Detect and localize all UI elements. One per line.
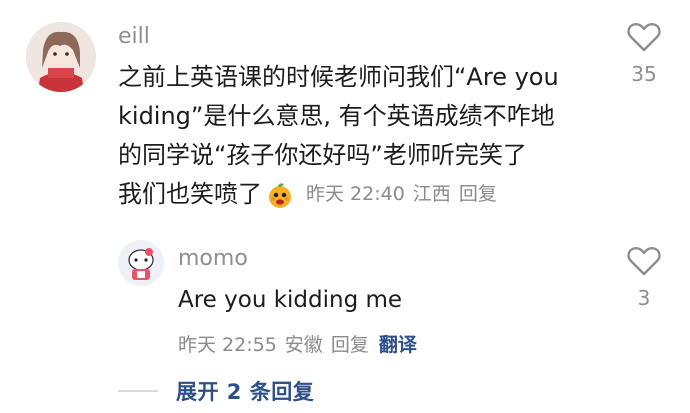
comment-line: kiding”是什么意思, 有个英语成绩不咋地 <box>118 102 555 130</box>
reply-like-count: 3 <box>637 286 651 310</box>
translate-button[interactable]: 翻译 <box>379 330 417 357</box>
reply-text: Are you kidding me <box>178 287 403 313</box>
reply-avatar[interactable] <box>118 240 164 286</box>
comment-location: 江西 <box>412 183 451 205</box>
comment-line: 之前上英语课的时候老师问我们“Are you <box>118 63 559 91</box>
comment-text: 之前上英语课的时候老师问我们“Are you kiding”是什么意思, 有个英… <box>118 58 608 214</box>
heart-icon[interactable] <box>627 22 661 52</box>
reply-time: 昨天 22:55 <box>178 334 277 356</box>
reply-username[interactable]: momo <box>178 246 248 271</box>
comment-like[interactable]: 35 <box>624 22 664 86</box>
comment-reply-button[interactable]: 回复 <box>459 175 497 214</box>
expand-divider <box>118 390 158 392</box>
comment-like-count: 35 <box>631 62 657 86</box>
avatar[interactable] <box>26 22 96 92</box>
reply-reply-button[interactable]: 回复 <box>331 330 369 357</box>
comment-username[interactable]: eill <box>118 24 150 49</box>
reply-meta: 昨天 22:55 安徽 回复 翻译 <box>178 330 417 357</box>
comment-line: 我们也笑喷了 <box>118 180 262 208</box>
reply-location: 安徽 <box>284 334 323 356</box>
heart-icon[interactable] <box>627 246 661 276</box>
orange-face-emoji-icon <box>266 181 294 209</box>
avatar-illustration <box>118 240 164 286</box>
expand-replies-button[interactable]: 展开 2 条回复 <box>176 376 314 406</box>
comment-time: 昨天 22:40 <box>306 183 405 205</box>
avatar-illustration <box>26 22 96 92</box>
comment-last-row: 我们也笑喷了 昨天 22:40 江西 回复 <box>118 175 608 214</box>
reply-like[interactable]: 3 <box>624 246 664 310</box>
comment-line: 的同学说“孩子你还好吗”老师听完笑了 <box>118 141 527 169</box>
